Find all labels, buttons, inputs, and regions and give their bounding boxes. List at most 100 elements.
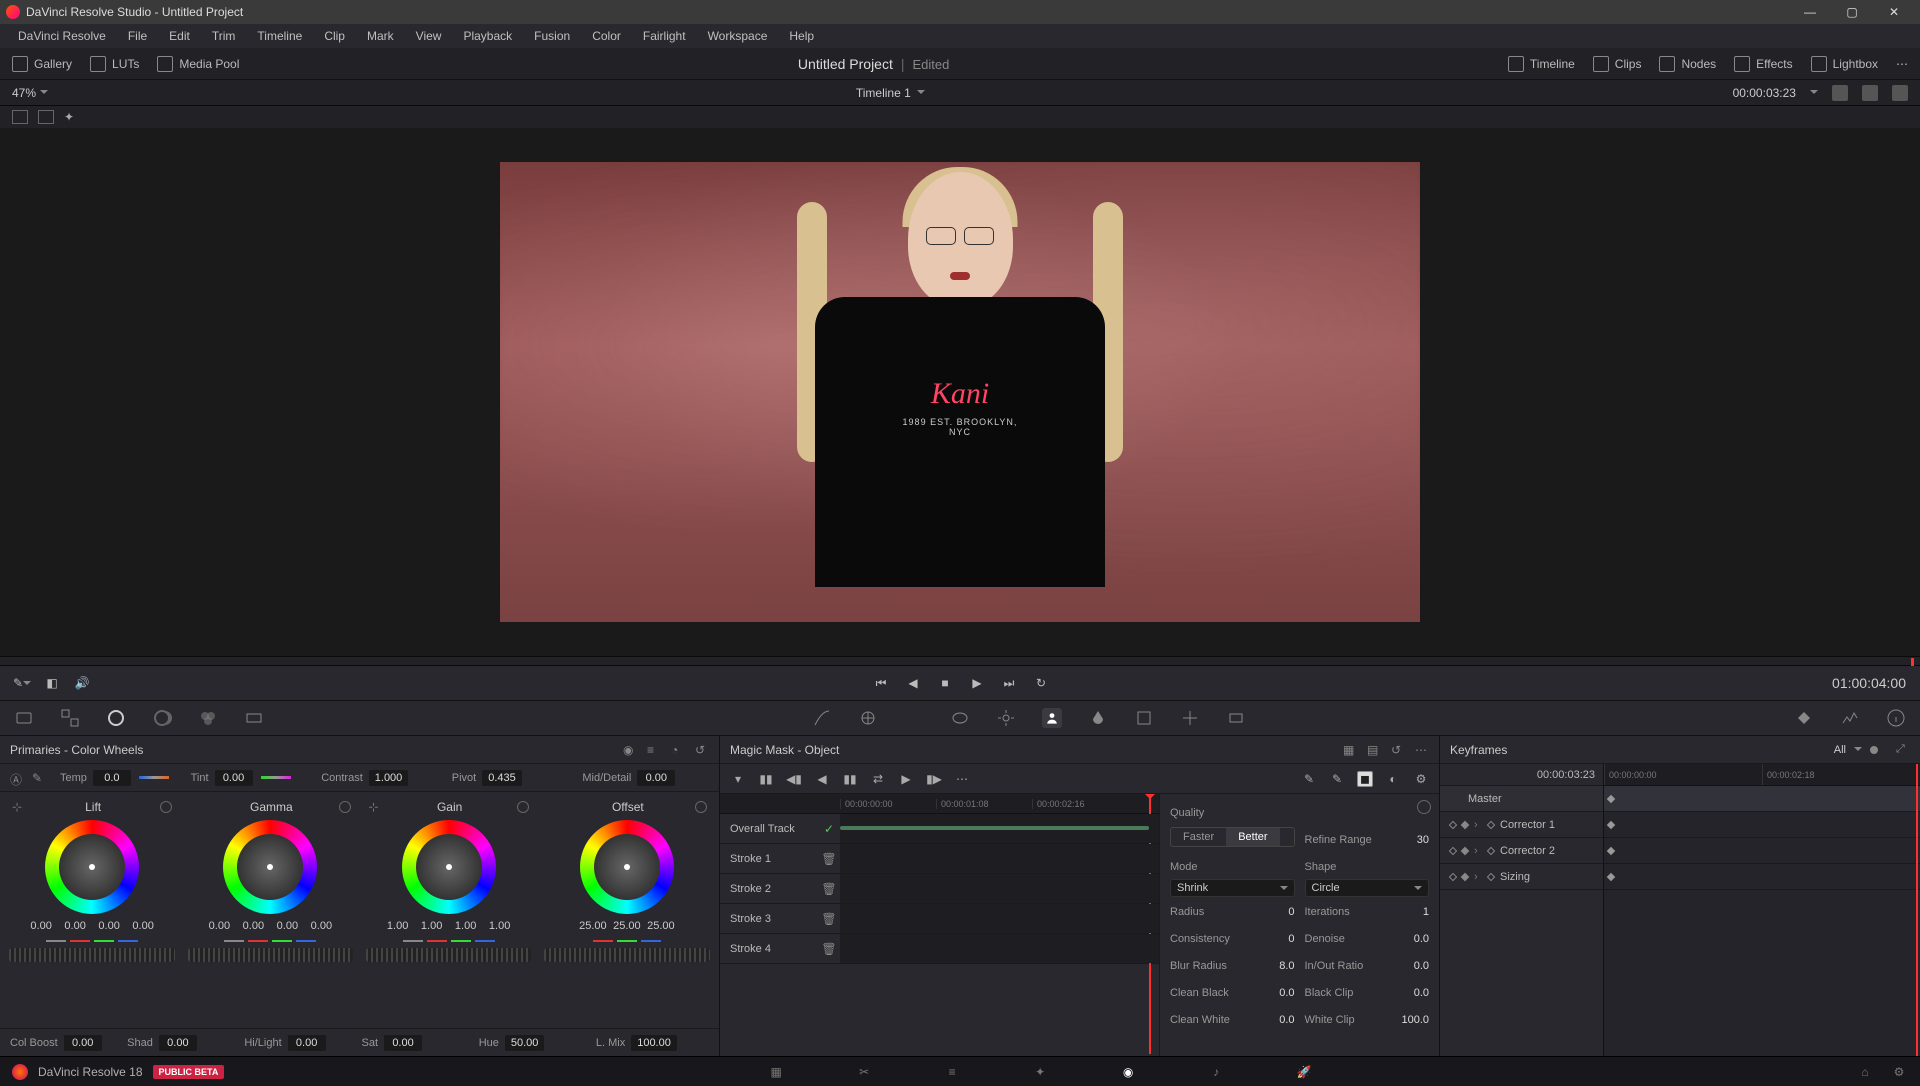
gain-g[interactable]: 1.00 <box>452 920 480 932</box>
gamma-y[interactable]: 0.00 <box>205 920 233 932</box>
gamma-b[interactable]: 0.00 <box>307 920 335 932</box>
wclip-value[interactable]: 100.0 <box>1393 1014 1429 1026</box>
refine-value[interactable]: 30 <box>1393 834 1429 846</box>
wipe-mode-1-icon[interactable] <box>12 110 28 124</box>
radius-value[interactable]: 0 <box>1259 906 1295 918</box>
pick-white-point-icon[interactable]: ⊹ <box>369 800 383 814</box>
zoom-dropdown[interactable]: 47% <box>12 86 48 100</box>
rgb-mixer-icon[interactable] <box>198 708 218 728</box>
gamma-g[interactable]: 0.00 <box>273 920 301 932</box>
wand-icon[interactable]: ✦ <box>64 110 80 124</box>
bars-mode-icon[interactable]: ≡ <box>647 743 661 757</box>
stroke1-delete-icon[interactable]: 🗑 <box>818 852 840 866</box>
curves-icon[interactable] <box>812 708 832 728</box>
more-menu[interactable]: ⋯ <box>1896 57 1908 71</box>
track-one-fwd-icon[interactable]: ⋯ <box>954 771 970 787</box>
blur-icon[interactable] <box>1088 708 1108 728</box>
settings-icon[interactable]: ⚙ <box>1413 771 1429 787</box>
gain-reset[interactable] <box>517 801 529 813</box>
lightbox-button[interactable]: Lightbox <box>1811 56 1878 72</box>
keyframes-all-dropdown[interactable]: All⤢ <box>1834 743 1910 757</box>
menu-davinciresolve[interactable]: DaVinci Resolve <box>8 26 116 46</box>
gain-y[interactable]: 1.00 <box>384 920 412 932</box>
next-clip-icon[interactable]: ⏭ <box>1001 675 1017 691</box>
menu-help[interactable]: Help <box>779 26 824 46</box>
menu-edit[interactable]: Edit <box>159 26 200 46</box>
play-icon[interactable]: ▶ <box>969 675 985 691</box>
gamma-r[interactable]: 0.00 <box>239 920 267 932</box>
chevron-down-icon[interactable] <box>1810 90 1818 98</box>
menu-file[interactable]: File <box>118 26 157 46</box>
track-step-fwd-icon[interactable]: ▶ <box>898 771 914 787</box>
colboost-value[interactable]: 0.00 <box>64 1035 102 1051</box>
window-icon[interactable] <box>950 708 970 728</box>
key-icon[interactable] <box>1134 708 1154 728</box>
kf-key[interactable] <box>1607 795 1615 803</box>
mini-scrub[interactable] <box>0 656 1920 666</box>
qualifier-palette-icon[interactable] <box>904 708 924 728</box>
stroke3-delete-icon[interactable]: 🗑 <box>818 912 840 926</box>
fairlight-page-icon[interactable]: ♪ <box>1207 1063 1225 1081</box>
shape-select[interactable]: Circle <box>1305 879 1430 897</box>
clips-button[interactable]: Clips <box>1593 56 1642 72</box>
log-mode-icon[interactable]: ◔ <box>671 743 685 757</box>
tracker-icon[interactable] <box>996 708 1016 728</box>
cwhite-value[interactable]: 0.0 <box>1259 1014 1295 1026</box>
prev-clip-icon[interactable]: ⏮ <box>873 675 889 691</box>
mask-mode-1-icon[interactable]: ▦ <box>1343 743 1357 757</box>
contrast-value[interactable]: 1.000 <box>369 770 409 786</box>
nodes-button[interactable]: Nodes <box>1659 56 1716 72</box>
bypass-icon[interactable] <box>1832 85 1848 101</box>
kf-key[interactable] <box>1607 847 1615 855</box>
props-reset-icon[interactable] <box>1417 800 1431 814</box>
3d-icon[interactable] <box>1226 708 1246 728</box>
menu-fairlight[interactable]: Fairlight <box>633 26 696 46</box>
lift-b[interactable]: 0.00 <box>129 920 157 932</box>
color-warper-icon[interactable] <box>858 708 878 728</box>
tint-value[interactable]: 0.00 <box>215 770 253 786</box>
lift-g[interactable]: 0.00 <box>95 920 123 932</box>
kf-sizing-node[interactable]: ›Sizing <box>1440 864 1603 890</box>
gamma-reset[interactable] <box>339 801 351 813</box>
wipe-mode-2-icon[interactable] <box>38 110 54 124</box>
kf-corrector2-node[interactable]: ›Corrector 2 <box>1440 838 1603 864</box>
gain-b[interactable]: 1.00 <box>486 920 514 932</box>
primaries-icon[interactable] <box>106 708 126 728</box>
lift-y[interactable]: 0.00 <box>27 920 55 932</box>
middetail-value[interactable]: 0.00 <box>637 770 675 786</box>
stroke4-delete-icon[interactable]: 🗑 <box>818 942 840 956</box>
pivot-value[interactable]: 0.435 <box>482 770 522 786</box>
media-page-icon[interactable]: ▦ <box>767 1063 785 1081</box>
consist-value[interactable]: 0 <box>1259 933 1295 945</box>
overall-track-bar[interactable] <box>840 826 1149 830</box>
overall-check-icon[interactable]: ✓ <box>818 822 840 836</box>
overlay-toggle-icon[interactable]: ◼ <box>1357 771 1373 787</box>
lmix-value[interactable]: 100.00 <box>631 1035 677 1051</box>
offset-reset[interactable] <box>695 801 707 813</box>
viewer-timecode[interactable]: 00:00:03:23 <box>1733 86 1796 100</box>
maximize-button[interactable]: ▢ <box>1832 1 1872 23</box>
menu-fusion[interactable]: Fusion <box>524 26 580 46</box>
stop-icon[interactable]: ■ <box>937 675 953 691</box>
gamma-master-slider[interactable] <box>188 948 353 962</box>
menu-playback[interactable]: Playback <box>453 26 522 46</box>
offset-wheel[interactable] <box>580 820 674 914</box>
qualifier-icon[interactable]: ✎ <box>14 675 30 691</box>
pick-white-icon[interactable]: ✎ <box>32 771 46 785</box>
menu-workspace[interactable]: Workspace <box>698 26 778 46</box>
gain-r[interactable]: 1.00 <box>418 920 446 932</box>
minimize-button[interactable]: — <box>1790 1 1830 23</box>
auto-balance-icon[interactable]: Ⓐ <box>10 771 24 785</box>
project-settings-icon[interactable]: ⚙ <box>1890 1063 1908 1081</box>
timeline-dropdown[interactable]: Timeline 1 <box>856 86 925 100</box>
edit-page-icon[interactable]: ≡ <box>943 1063 961 1081</box>
lift-r[interactable]: 0.00 <box>61 920 89 932</box>
scopes-icon[interactable] <box>1840 708 1860 728</box>
loop-icon[interactable]: ↻ <box>1033 675 1049 691</box>
luts-button[interactable]: LUTs <box>90 56 139 72</box>
mask-reset-icon[interactable]: ↺ <box>1391 743 1405 757</box>
gallery-button[interactable]: Gallery <box>12 56 72 72</box>
fusion-page-icon[interactable]: ✦ <box>1031 1063 1049 1081</box>
track-play-fwd-icon[interactable]: ▮▶ <box>926 771 942 787</box>
hilight-value[interactable]: 0.00 <box>288 1035 326 1051</box>
